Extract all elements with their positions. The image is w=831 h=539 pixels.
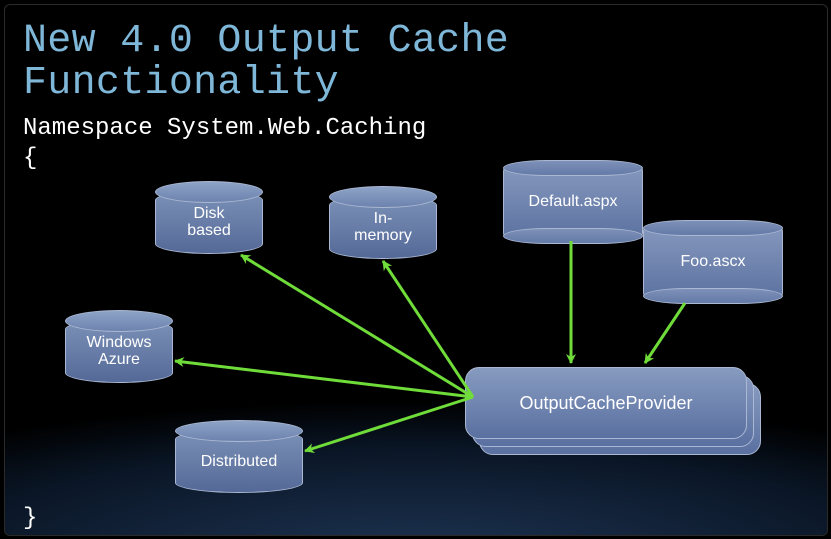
arrow-to-inmemory <box>383 261 473 397</box>
cylinder-label: Diskbased <box>156 191 262 253</box>
cylinder-label: Distributed <box>176 430 302 492</box>
brace-close: } <box>23 505 37 532</box>
scroll-label: Foo.ascx <box>644 228 782 296</box>
cylinder-windows-azure: WindowsAzure <box>65 319 173 383</box>
slide-title: New 4.0 Output CacheFunctionality <box>23 21 509 105</box>
cylinder-label: WindowsAzure <box>66 320 172 382</box>
arrow-to-azure <box>175 361 473 397</box>
cylinder-distributed: Distributed <box>175 429 303 493</box>
brace-open: { <box>23 145 37 172</box>
scroll-default-aspx: Default.aspx <box>503 167 643 237</box>
provider-label: OutputCacheProvider <box>519 393 692 414</box>
scroll-foo-ascx: Foo.ascx <box>643 227 783 297</box>
cylinder-label: In-memory <box>330 196 436 258</box>
cylinder-in-memory: In-memory <box>329 195 437 259</box>
cylinder-disk-based: Diskbased <box>155 190 263 254</box>
namespace-line: Namespace System.Web.Caching <box>23 115 426 142</box>
provider-card-front: OutputCacheProvider <box>465 367 747 439</box>
arrow-from-foo-ascx <box>645 303 685 363</box>
slide-frame: New 4.0 Output CacheFunctionality Namesp… <box>4 4 828 536</box>
output-cache-provider-stack: OutputCacheProvider <box>465 367 759 455</box>
arrow-to-disk <box>241 255 473 397</box>
arrow-to-distributed <box>305 397 473 451</box>
scroll-label: Default.aspx <box>504 168 642 236</box>
